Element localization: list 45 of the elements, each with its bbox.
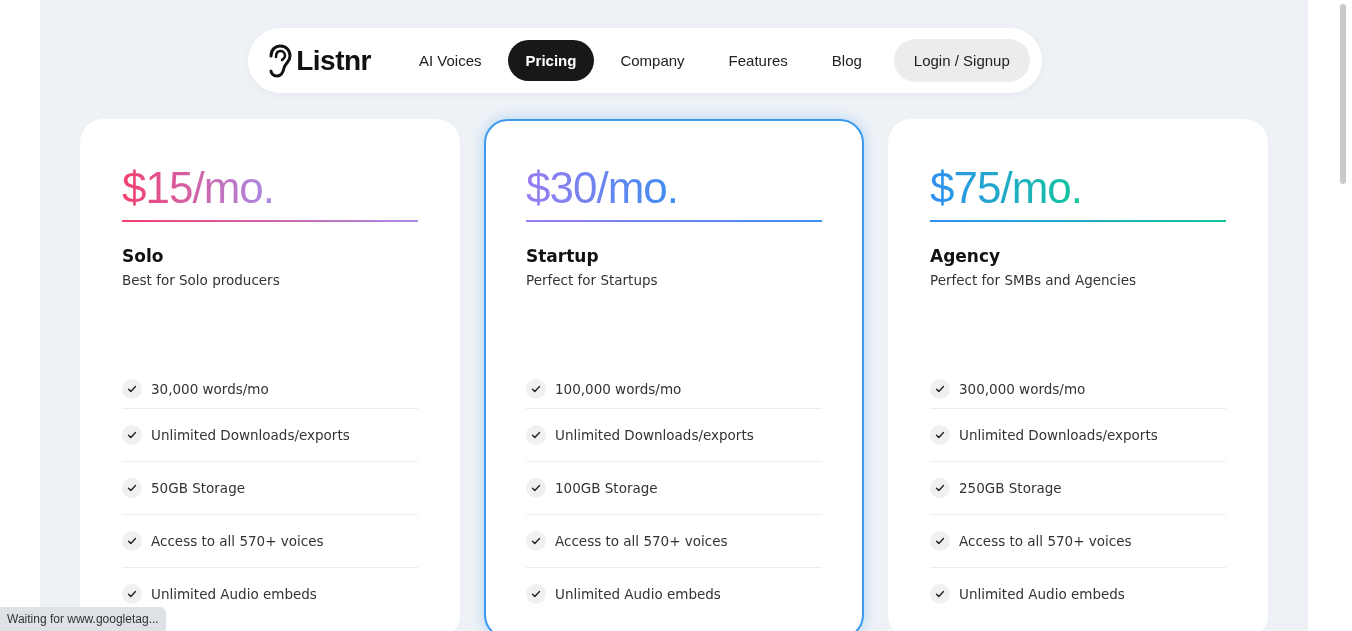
feature-text: 30,000 words/mo: [151, 381, 269, 398]
nav-link[interactable]: AI Voices: [401, 40, 500, 81]
feature-text: Unlimited Audio embeds: [151, 586, 317, 603]
plan-description: Perfect for SMBs and Agencies: [930, 272, 1138, 289]
check-icon: [526, 531, 546, 552]
feature-text: Unlimited Downloads/exports: [555, 427, 754, 444]
feature-text: Access to all 570+ voices: [555, 533, 728, 550]
status-bar: Waiting for www.googletag...: [0, 607, 166, 631]
feature-text: 100GB Storage: [555, 480, 658, 497]
nav-link[interactable]: Blog: [813, 40, 880, 81]
plan-description: Best for Solo producers: [122, 272, 281, 289]
nav-link[interactable]: Features: [710, 40, 806, 81]
check-icon: [122, 425, 142, 446]
logo-text[interactable]: Listnr: [296, 44, 371, 77]
feature-text: Access to all 570+ voices: [151, 533, 324, 550]
check-icon: [122, 584, 142, 605]
check-icon: [526, 478, 546, 499]
feature-text: 300,000 words/mo: [959, 381, 1086, 398]
check-icon: [526, 584, 546, 605]
scrollbar-thumb[interactable]: [1340, 4, 1346, 184]
nav-link[interactable]: Pricing: [507, 40, 595, 81]
feature-text: Unlimited Audio embeds: [555, 586, 721, 603]
plan-name: Startup: [526, 246, 600, 267]
nav-link[interactable]: Company: [602, 40, 703, 81]
check-icon: [526, 425, 546, 446]
feature-text: 250GB Storage: [959, 480, 1062, 497]
feature-text: Unlimited Downloads/exports: [959, 427, 1158, 444]
check-icon: [930, 584, 950, 605]
check-icon: [930, 478, 950, 499]
plan-name: Agency: [930, 246, 1002, 267]
login-button[interactable]: Login / Signup: [893, 39, 1030, 82]
plan-name: Solo: [122, 246, 165, 267]
feature-text: 100,000 words/mo: [555, 381, 682, 398]
check-icon: [122, 478, 142, 499]
check-icon: [930, 379, 950, 400]
feature-text: 50GB Storage: [151, 480, 245, 497]
check-icon: [930, 531, 950, 552]
feature-text: Access to all 570+ voices: [959, 533, 1132, 550]
check-icon: [122, 531, 142, 552]
check-icon: [930, 425, 950, 446]
feature-text: Unlimited Audio embeds: [959, 586, 1125, 603]
check-icon: [526, 379, 546, 400]
feature-text: Unlimited Downloads/exports: [151, 427, 350, 444]
check-icon: [122, 379, 142, 400]
plan-description: Perfect for Startups: [526, 272, 659, 289]
